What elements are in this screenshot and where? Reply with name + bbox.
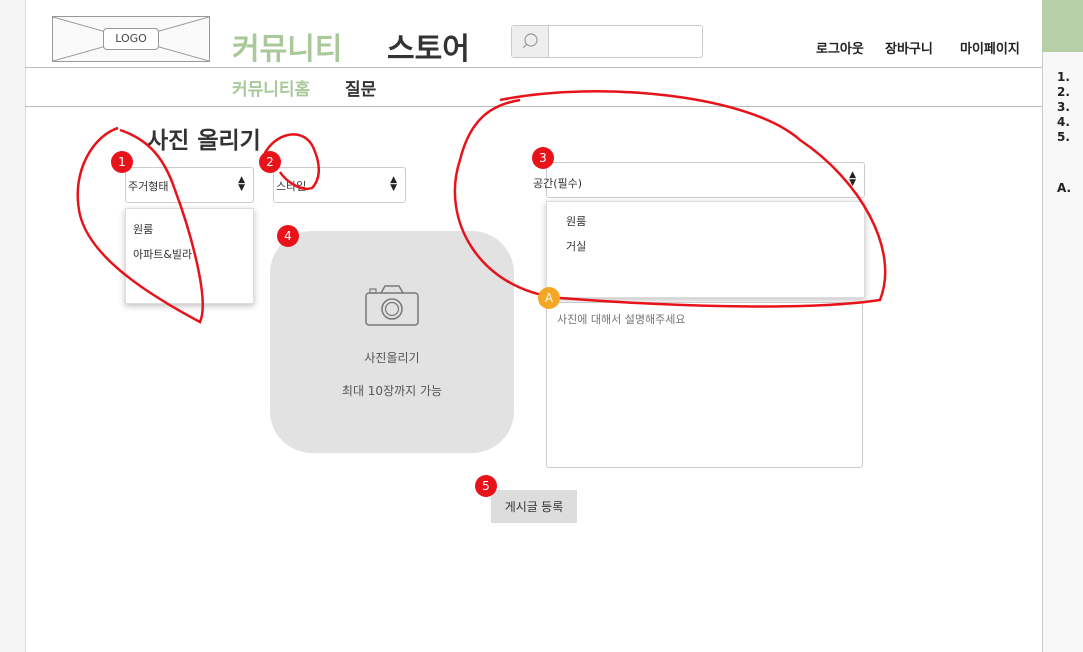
cart-link[interactable]: 장바구니 [885,38,933,57]
search-button[interactable] [512,26,549,57]
panel-item-5: 5. [1057,130,1070,144]
subnav-divider [25,106,1042,107]
subnav-question[interactable]: 질문 [345,75,376,100]
logout-link[interactable]: 로그아웃 [816,38,864,57]
space-value: 공간(필수) [533,177,583,190]
annotation-scribbles [76,90,887,324]
space-select[interactable]: 공간(필수) ▲ ▼ [533,162,865,198]
style-select[interactable]: 스타일 ▲ ▼ [273,167,406,203]
upload-title: 사진올리기 [364,351,420,365]
panel-item-1: 1. [1057,70,1070,84]
upload-limit: 최대 10장까지 가능 [341,384,443,398]
panel-item-4: 4. [1057,115,1070,129]
panel-item-3: 3. [1057,100,1070,114]
select-arrows-icon: ▲ ▼ [238,175,245,193]
space-option-oneroom[interactable]: 원룸 [566,213,586,229]
header-divider [25,67,1042,68]
right-panel-list: 1. 2. 3. 4. 5. A. [1057,70,1071,196]
panel-item-2: 2. [1057,85,1070,99]
logo[interactable]: LOGO [52,16,210,62]
space-option-livingroom[interactable]: 거실 [566,238,586,254]
left-margin-bar [0,0,26,652]
panel-note-a: A. [1057,181,1072,195]
marker-5: 5 [475,475,497,497]
logo-label: LOGO [103,28,159,50]
subnav-community-home[interactable]: 커뮤니티홈 [232,75,310,100]
select-arrows-icon: ▲ ▼ [390,175,397,193]
housing-option-oneroom[interactable]: 원룸 [133,221,153,237]
style-value: 스타일 [276,180,307,193]
housing-option-apartment[interactable]: 아파트&빌라 [133,246,192,262]
space-dropdown: 원룸 거실 [546,201,865,298]
marker-2: 2 [259,151,281,173]
housing-type-select[interactable]: 주거형태 ▲ ▼ [125,167,254,203]
photo-upload-area[interactable]: 사진올리기 최대 10장까지 가능 [270,231,514,453]
marker-4: 4 [277,225,299,247]
submit-post-button[interactable]: 게시글 등록 [491,490,577,523]
marker-1: 1 [111,151,133,173]
search-input[interactable] [511,25,703,58]
right-panel-header [1042,0,1083,52]
page-title: 사진 올리기 [147,128,261,154]
search-icon [522,33,538,49]
nav-store[interactable]: 스토어 [387,24,470,68]
housing-type-value: 주거형태 [128,180,169,193]
mypage-link[interactable]: 마이페이지 [960,38,1020,57]
camera-icon [365,285,419,326]
housing-type-dropdown: 원룸 아파트&빌라 [125,208,254,304]
marker-3: 3 [532,147,554,169]
marker-a: A [538,287,560,309]
description-textarea[interactable] [546,302,863,468]
nav-community[interactable]: 커뮤니티 [232,24,342,68]
select-arrows-icon: ▲ ▼ [849,170,856,188]
